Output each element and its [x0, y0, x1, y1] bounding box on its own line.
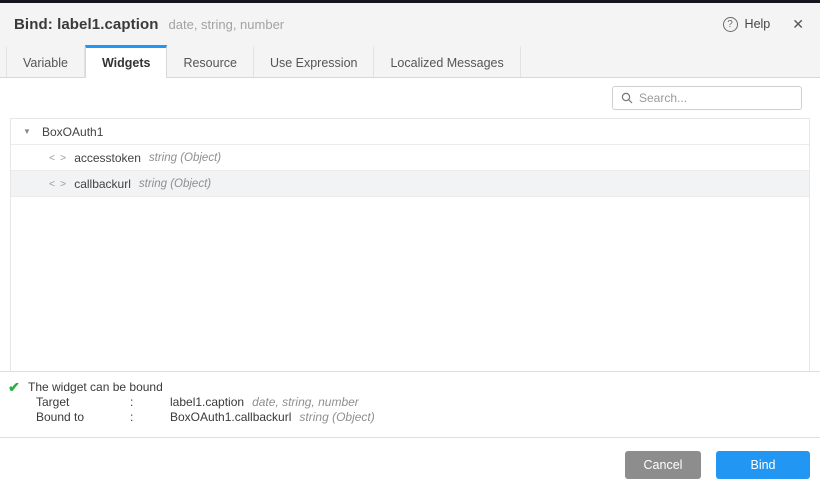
title-wrap: Bind: label1.caption date, string, numbe…	[14, 16, 284, 33]
help-label: Help	[745, 17, 771, 31]
check-icon: ✔	[0, 380, 28, 394]
help-button[interactable]: ? Help	[723, 17, 771, 32]
search-row	[0, 78, 820, 118]
dialog-subtitle: date, string, number	[169, 17, 285, 32]
cancel-button[interactable]: Cancel	[625, 451, 701, 479]
dialog-header: Bind: label1.caption date, string, numbe…	[0, 3, 820, 45]
tree-node-type: string (Object)	[139, 178, 211, 190]
tab-localized-messages[interactable]: Localized Messages	[374, 45, 520, 77]
tree-node-label: accesstoken	[74, 151, 141, 165]
dialog-footer: Cancel Bind	[0, 437, 820, 492]
caret-down-icon[interactable]: ▼	[23, 128, 37, 136]
widget-tree: ▼ BoxOAuth1 < > accesstoken string (Obje…	[10, 118, 810, 371]
status-value: BoxOAuth1.callbackurl	[170, 410, 291, 424]
close-icon[interactable]: ✕	[792, 17, 804, 31]
status-row-target: Target : label1.caption date, string, nu…	[0, 395, 820, 410]
tab-bar: Variable Widgets Resource Use Expression…	[0, 45, 820, 78]
property-icon: < >	[49, 178, 67, 190]
tree-node-root[interactable]: ▼ BoxOAuth1	[11, 119, 809, 145]
status-label: Target	[36, 395, 130, 409]
search-icon	[621, 92, 633, 104]
status-type: string (Object)	[299, 410, 374, 424]
status-message: The widget can be bound	[28, 380, 163, 394]
tab-variable[interactable]: Variable	[6, 45, 85, 77]
status-panel: ✔ The widget can be bound Target : label…	[0, 371, 820, 437]
tab-use-expression[interactable]: Use Expression	[254, 45, 375, 77]
status-value: label1.caption	[170, 395, 244, 409]
tab-resource[interactable]: Resource	[167, 45, 254, 77]
tree-node-callbackurl[interactable]: < > callbackurl string (Object)	[11, 171, 809, 197]
tree-node-accesstoken[interactable]: < > accesstoken string (Object)	[11, 145, 809, 171]
status-colon: :	[130, 395, 170, 409]
search-box[interactable]	[612, 86, 802, 110]
dialog-title: Bind: label1.caption	[14, 16, 159, 33]
tree-root-label: BoxOAuth1	[42, 125, 103, 139]
status-label: Bound to	[36, 410, 130, 424]
header-actions: ? Help ✕	[723, 17, 804, 32]
status-colon: :	[130, 410, 170, 424]
property-icon: < >	[49, 152, 67, 164]
status-type: date, string, number	[252, 395, 359, 409]
tree-node-label: callbackurl	[74, 177, 131, 191]
tree-node-type: string (Object)	[149, 152, 221, 164]
status-message-row: ✔ The widget can be bound	[0, 379, 820, 395]
status-row-bound-to: Bound to : BoxOAuth1.callbackurl string …	[0, 410, 820, 425]
bind-button[interactable]: Bind	[716, 451, 810, 479]
help-icon: ?	[723, 17, 738, 32]
search-input[interactable]	[639, 91, 793, 105]
tab-widgets[interactable]: Widgets	[85, 45, 168, 78]
bind-dialog: Bind: label1.caption date, string, numbe…	[0, 0, 820, 492]
